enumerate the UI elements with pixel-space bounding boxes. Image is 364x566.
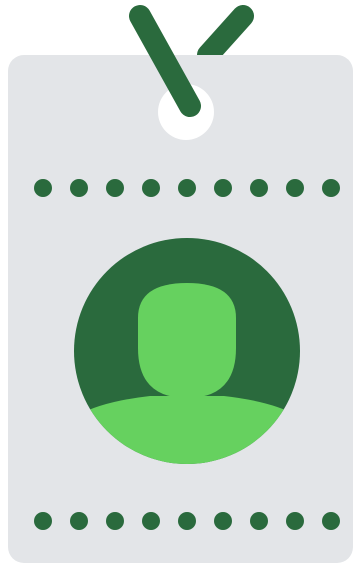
badge-dot (106, 512, 124, 530)
badge-dot (286, 179, 304, 197)
badge-dot (322, 179, 340, 197)
badge-dot (70, 512, 88, 530)
badge-dot (70, 179, 88, 197)
badge-dot (214, 179, 232, 197)
badge-dot (286, 512, 304, 530)
badge-dot (178, 179, 196, 197)
badge-dot (34, 512, 52, 530)
badge-dot (142, 512, 160, 530)
bottom-dot-row (34, 512, 340, 530)
id-badge-illustration (0, 0, 364, 566)
badge-dot (142, 179, 160, 197)
badge-dot (250, 512, 268, 530)
badge-dot (250, 179, 268, 197)
lanyard-right-strap (197, 5, 254, 66)
badge-dot (34, 179, 52, 197)
badge-dot (178, 512, 196, 530)
avatar-head (138, 283, 236, 398)
id-badge-icon (8, 5, 353, 563)
badge-dot (214, 512, 232, 530)
top-dot-row (34, 179, 340, 197)
badge-dot (106, 179, 124, 197)
badge-dot (322, 512, 340, 530)
